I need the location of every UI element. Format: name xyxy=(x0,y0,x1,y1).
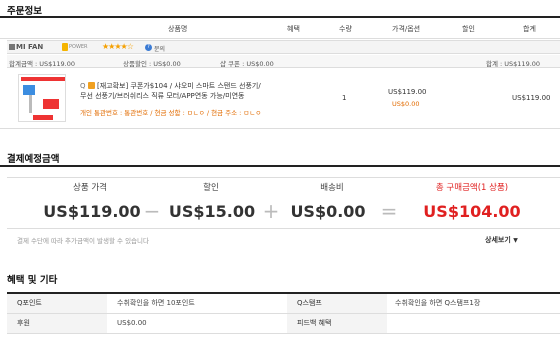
seller-rating-stars: ★★★★☆ xyxy=(102,42,134,51)
customs-note: 개인 통관번호 : 통관번호 / 현금 성함 : ㅁㄴㅇ / 현금 주소 : ㅁ… xyxy=(80,109,262,117)
col-benefit: 혜택 xyxy=(287,25,300,33)
shop-badge-icon xyxy=(87,82,95,89)
question-icon[interactable]: ? xyxy=(145,44,152,51)
seller-name[interactable]: MI FAN xyxy=(16,43,43,51)
col-product-name: 상품명 xyxy=(168,25,188,33)
value-product-price: US$119.00 xyxy=(43,202,141,221)
payment-section-title: 결제예정금액 xyxy=(7,154,60,165)
feedback-benefit-label: 피드백 혜택 xyxy=(287,314,387,333)
order-summary-bar: 합계금액 : US$119.00 상품할인 : US$0.00 샵 쿠폰 : U… xyxy=(7,55,560,68)
power-seller-icon xyxy=(62,43,68,51)
payment-note: 결제 수단에 따라 추가금액이 발생할 수 있습니다 xyxy=(17,237,149,245)
product-quantity: 1 xyxy=(342,94,347,102)
feedback-benefit-value xyxy=(395,314,560,333)
seller-bar: MI FAN POWER ★★★★☆ ? 문의 xyxy=(7,40,560,54)
qpoint-label: Q포인트 xyxy=(7,294,107,313)
value-shipping: US$0.00 xyxy=(290,202,366,221)
value-total-purchase: US$104.00 xyxy=(423,202,521,221)
product-thumbnail[interactable] xyxy=(18,74,66,122)
product-title-link[interactable]: Q [재고확보] 쿠폰가$104 / 샤오미 스마트 스탠드 선풍기/무선 선풍… xyxy=(80,81,265,101)
value-discount: US$15.00 xyxy=(168,202,256,221)
col-quantity: 수량 xyxy=(339,25,352,33)
power-label: POWER xyxy=(69,44,88,50)
qstamp-label: Q스탬프 xyxy=(287,294,387,313)
product-total: US$119.00 xyxy=(512,94,551,102)
label-discount: 할인 xyxy=(203,183,219,193)
chevron-down-icon: ▼ xyxy=(513,237,518,244)
order-section-rule xyxy=(0,16,560,18)
details-label: 상세보기 xyxy=(485,236,511,244)
col-total: 합계 xyxy=(523,25,536,33)
sponsor-label: 후원 xyxy=(7,314,107,333)
summary-product-discount: 상품할인 : US$0.00 xyxy=(123,60,181,68)
product-price: US$119.00 xyxy=(388,88,427,96)
shop-icon xyxy=(9,44,15,50)
label-total-purchase: 총 구매금액(1 상품) xyxy=(435,183,509,193)
product-title[interactable]: [재고확보] 쿠폰가$104 / 샤오미 스마트 스탠드 선풍기/무선 선풍기/… xyxy=(80,82,261,100)
seller-question-link[interactable]: 문의 xyxy=(154,44,165,53)
table-row: 후원 US$0.00 피드백 혜택 xyxy=(7,314,560,334)
table-row: Q포인트 수취확인을 하면 10포인트 Q스탬프 수취확인을 하면 Q스탬프1장 xyxy=(7,294,560,314)
sponsor-value: US$0.00 xyxy=(117,319,147,327)
col-price-option: 가격/옵션 xyxy=(392,25,421,33)
option-price: US$0.00 xyxy=(392,100,420,108)
payment-section-rule xyxy=(0,165,560,167)
summary-shop-coupon: 샵 쿠폰 : US$0.00 xyxy=(220,60,274,68)
benefits-section-title: 혜택 및 기타 xyxy=(7,275,58,286)
equals-operator: = xyxy=(380,199,398,223)
summary-total-amount: 합계금액 : US$119.00 xyxy=(9,60,76,68)
qstamp-value: 수취확인을 하면 Q스탬프1장 xyxy=(395,299,481,307)
header-divider xyxy=(0,38,560,39)
order-section-title: 주문정보 xyxy=(7,6,42,17)
product-row-divider xyxy=(0,128,560,129)
details-toggle-button[interactable]: 상세보기 ▼ xyxy=(485,235,518,245)
col-discount: 할인 xyxy=(462,25,475,33)
qpoint-value: 수취확인을 하면 10포인트 xyxy=(117,299,195,307)
label-product-price: 상품 가격 xyxy=(73,183,107,193)
label-shipping: 배송비 xyxy=(320,183,344,193)
summary-grand-total: 합계 : US$119.00 xyxy=(486,60,541,68)
search-icon: Q xyxy=(80,82,86,90)
benefits-table: Q포인트 수취확인을 하면 10포인트 Q스탬프 수취확인을 하면 Q스탬프1장… xyxy=(7,292,560,334)
